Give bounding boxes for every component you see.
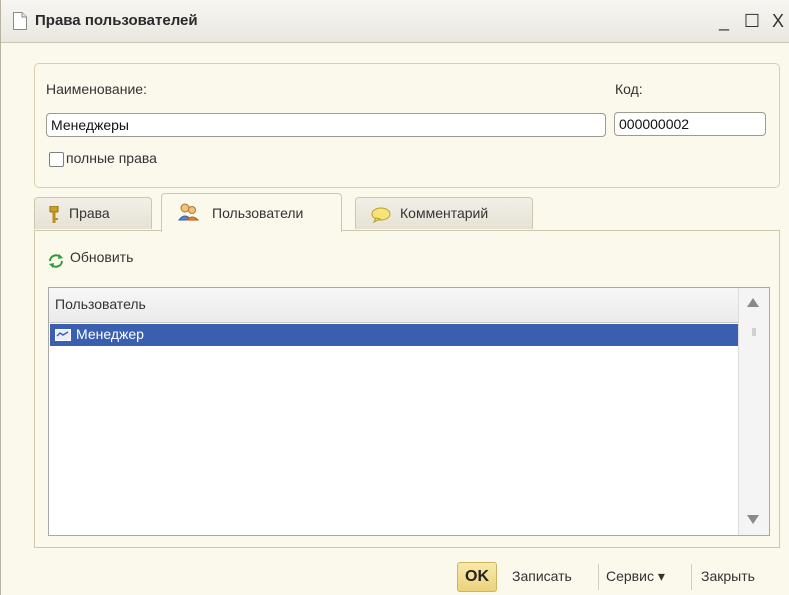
full-rights-checkbox[interactable] — [49, 152, 64, 167]
footer-separator — [598, 564, 599, 590]
refresh-label: Обновить — [70, 249, 134, 265]
title-bar[interactable]: Права пользователей _ ☐ X — [1, 0, 789, 43]
scroll-down-icon[interactable] — [747, 515, 759, 524]
column-header-user: Пользователь — [55, 296, 146, 312]
code-label: Код: — [615, 81, 643, 97]
scroll-up-icon[interactable] — [747, 298, 759, 307]
close-form-button[interactable]: Закрыть — [701, 568, 755, 584]
vertical-scrollbar[interactable] — [738, 288, 769, 535]
user-rights-window: Права пользователей _ ☐ X Наименование: … — [0, 0, 789, 595]
users-table[interactable]: Пользователь Менеджер — [48, 287, 770, 536]
refresh-icon — [49, 254, 63, 268]
document-icon — [13, 12, 27, 30]
footer-separator — [691, 564, 692, 590]
save-button[interactable]: Записать — [512, 568, 572, 584]
name-field[interactable]: Менеджеры — [46, 113, 606, 137]
comment-bubble-icon — [371, 207, 391, 223]
tab-comment-label: Комментарий — [400, 205, 489, 221]
scroll-thumb[interactable] — [752, 328, 756, 336]
key-icon — [49, 206, 59, 223]
minimize-button[interactable]: _ — [713, 8, 735, 34]
row-user-name: Менеджер — [76, 326, 144, 342]
tab-rights[interactable]: Права — [34, 197, 152, 229]
window-title: Права пользователей — [35, 12, 198, 29]
close-button[interactable]: X — [767, 8, 789, 34]
name-label: Наименование: — [46, 81, 147, 97]
tab-comment[interactable]: Комментарий — [355, 197, 533, 229]
service-menu-button[interactable]: Сервис ▾ — [606, 568, 665, 585]
code-field[interactable]: 000000002 — [614, 112, 766, 136]
tab-users[interactable]: Пользователи — [161, 193, 342, 232]
users-panel: Обновить Пользователь Менеджер — [34, 230, 780, 548]
maximize-button[interactable]: ☐ — [741, 8, 763, 34]
tab-rights-label: Права — [69, 205, 110, 221]
header-group: Наименование: Менеджеры Код: 000000002 п… — [34, 63, 780, 188]
table-header[interactable]: Пользователь — [49, 288, 738, 323]
ok-button[interactable]: OK — [457, 562, 497, 592]
users-icon — [178, 203, 200, 221]
table-row[interactable]: Менеджер — [50, 324, 738, 346]
tab-users-label: Пользователи — [212, 205, 304, 221]
user-list-icon — [55, 329, 71, 341]
full-rights-label: полные права — [66, 150, 157, 166]
tab-bar: Права Пользователи Комментарий — [34, 193, 778, 232]
